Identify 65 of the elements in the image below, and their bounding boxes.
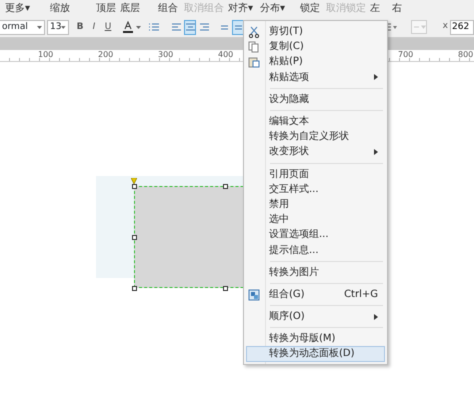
caret-icon	[61, 26, 66, 28]
menu-item[interactable]: 改变形状	[246, 144, 385, 160]
menu-item[interactable]: 设为隐藏	[246, 92, 385, 107]
menu-item[interactable]: 交互样式...	[246, 182, 385, 197]
menu-item[interactable]: 复制(C)	[246, 39, 385, 54]
ruler-label: 700	[398, 50, 414, 59]
menu-item[interactable]: 粘贴选项	[246, 70, 385, 85]
toolbar-button[interactable]: 底层	[120, 3, 140, 14]
resize-handle[interactable]	[132, 184, 137, 189]
menu-item[interactable]: 转换为母版(M)	[246, 331, 385, 346]
rotation-handle-icon	[131, 178, 137, 184]
resize-handle[interactable]	[223, 184, 228, 189]
toolbar-button[interactable]: 锁定	[300, 3, 320, 14]
text-align-icon	[185, 20, 196, 32]
font-size-select[interactable]: 13	[47, 20, 69, 34]
paste-icon	[248, 56, 260, 68]
menu-item[interactable]: 转换为动态面板(D)	[246, 346, 385, 362]
menu-item[interactable]: 编辑文本	[246, 114, 385, 130]
ruler-label: 400	[218, 50, 234, 59]
submenu-arrow-icon	[374, 314, 378, 320]
menu-item[interactable]: 提示信息...	[246, 242, 385, 258]
scissors-icon	[248, 26, 260, 38]
toolbar-button[interactable]: 右	[392, 3, 402, 14]
text-align-icon	[171, 20, 182, 32]
menu-item[interactable]: 剪切(T)	[246, 24, 385, 40]
x-label: x	[442, 20, 448, 34]
bullet-list-icon	[148, 21, 160, 33]
ruler-label: 800	[458, 50, 474, 59]
format-button[interactable]: U	[102, 20, 114, 34]
format-button[interactable]: I	[88, 20, 100, 34]
resize-handle[interactable]	[132, 286, 137, 291]
toolbar-button[interactable]: 分布▾	[260, 3, 286, 14]
toolbar-button[interactable]: 顶层	[96, 3, 116, 14]
toolbar-button[interactable]: 左	[370, 3, 380, 14]
menu-item[interactable]: 禁用	[246, 196, 385, 212]
toolbar-button[interactable]: 缩放	[50, 3, 70, 14]
ruler-label: 100	[38, 50, 54, 59]
font-color-icon	[122, 20, 142, 34]
caret-icon	[37, 26, 42, 28]
submenu-arrow-icon	[374, 148, 378, 155]
menu-item[interactable]: 设置选项组...	[246, 227, 385, 242]
menu-item[interactable]: 转换为图片	[246, 264, 385, 280]
style-select[interactable]: ormal	[0, 20, 45, 34]
resize-handle[interactable]	[223, 286, 228, 291]
menu-item[interactable]: 组合(G) Ctrl+G	[246, 286, 385, 302]
menu-item[interactable]: 选中	[246, 212, 385, 228]
disabled-dropdown-icon	[410, 20, 427, 34]
menu-item[interactable]: 顺序(O)	[246, 309, 385, 324]
toolbar-button[interactable]: 对齐▾	[228, 3, 254, 14]
ruler-label: 200	[98, 50, 114, 59]
valign-button[interactable]	[232, 20, 244, 34]
menu-item[interactable]: 粘贴(P)	[246, 54, 385, 70]
align-button[interactable]	[184, 20, 196, 34]
resize-handle[interactable]	[132, 235, 137, 240]
format-button[interactable]: B	[74, 20, 86, 34]
text-align-icon	[199, 20, 210, 32]
copy-icon	[248, 41, 260, 54]
menu-item[interactable]: 引用页面	[246, 166, 385, 182]
x-field[interactable]: 262	[450, 20, 474, 34]
menu-item[interactable]: 转换为自定义形状	[246, 129, 385, 144]
submenu-arrow-icon	[374, 74, 378, 80]
group-icon	[248, 288, 260, 301]
toolbar-button[interactable]: 组合	[158, 3, 178, 14]
ruler-label: 300	[158, 50, 174, 59]
toolbar-button[interactable]: 更多▾	[5, 3, 30, 14]
